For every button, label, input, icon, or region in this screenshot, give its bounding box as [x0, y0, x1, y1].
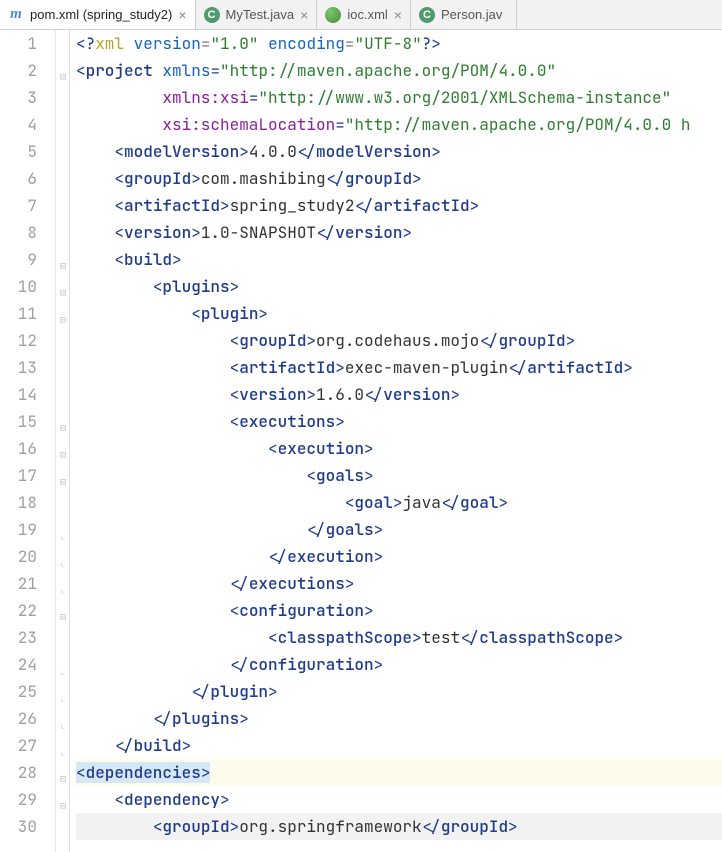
code-line[interactable]: <?xml version="1.0" encoding="UTF-8"?> [76, 30, 722, 57]
line-number: 2 [0, 57, 37, 84]
tab-mytest-java[interactable]: C MyTest.java × [196, 0, 318, 29]
fold-close-icon[interactable]: ⌞ [58, 684, 68, 711]
line-number: 19 [0, 516, 37, 543]
tab-label: ioc.xml [347, 7, 387, 22]
line-number: 15 [0, 408, 37, 435]
fold-open-icon[interactable]: ⊟ [58, 765, 68, 792]
code-line[interactable]: <artifactId>exec-maven-plugin</artifactI… [76, 354, 722, 381]
code-line[interactable]: </build> [76, 732, 722, 759]
code-line[interactable]: <version>1.6.0</version> [76, 381, 722, 408]
line-number: 21 [0, 570, 37, 597]
fold-close-icon[interactable]: ⌞ [58, 576, 68, 603]
code-line[interactable]: <plugin> [76, 300, 722, 327]
code-line[interactable]: <executions> [76, 408, 722, 435]
line-number: 17 [0, 462, 37, 489]
line-number: 30 [0, 813, 37, 840]
code-line[interactable]: xsi:schemaLocation="http://maven.apache.… [76, 111, 722, 138]
code-line[interactable]: <groupId>org.codehaus.mojo</groupId> [76, 327, 722, 354]
code-line[interactable]: </executions> [76, 570, 722, 597]
fold-open-icon[interactable]: ⊟ [58, 279, 68, 306]
code-line-active[interactable]: <dependencies> [76, 759, 722, 786]
code-line[interactable]: <classpathScope>test</classpathScope> [76, 624, 722, 651]
line-number: 23 [0, 624, 37, 651]
line-number: 9 [0, 246, 37, 273]
code-line[interactable]: <configuration> [76, 597, 722, 624]
code-line[interactable]: </configuration> [76, 651, 722, 678]
code-line[interactable]: <modelVersion>4.0.0</modelVersion> [76, 138, 722, 165]
line-number: 14 [0, 381, 37, 408]
code-line[interactable]: </execution> [76, 543, 722, 570]
line-number: 10 [0, 273, 37, 300]
line-number: 7 [0, 192, 37, 219]
code-line[interactable]: <dependency> [76, 786, 722, 813]
tab-label: Person.jav [441, 7, 502, 22]
line-number: 18 [0, 489, 37, 516]
fold-open-icon[interactable]: ⊟ [58, 441, 68, 468]
fold-open-icon[interactable]: ⊟ [58, 468, 68, 495]
tab-ioc-xml[interactable]: ioc.xml × [317, 0, 411, 29]
line-number: 13 [0, 354, 37, 381]
code-line[interactable]: <groupId>com.mashibing</groupId> [76, 165, 722, 192]
code-line[interactable]: <plugins> [76, 273, 722, 300]
fold-open-icon[interactable]: ⊟ [58, 792, 68, 819]
fold-close-icon[interactable]: ⌞ [58, 657, 68, 684]
line-number: 29 [0, 786, 37, 813]
line-number: 11 [0, 300, 37, 327]
line-number: 26 [0, 705, 37, 732]
tab-person-java[interactable]: C Person.jav [411, 0, 517, 29]
line-number: 20 [0, 543, 37, 570]
close-icon[interactable]: × [300, 8, 308, 22]
fold-close-icon[interactable]: ⌞ [58, 522, 68, 549]
fold-open-icon[interactable]: ⊟ [58, 63, 68, 90]
line-number: 27 [0, 732, 37, 759]
line-number: 4 [0, 111, 37, 138]
code-editor[interactable]: 1234567891011121314151617181920212223242… [0, 30, 722, 852]
code-line[interactable]: <artifactId>spring_study2</artifactId> [76, 192, 722, 219]
line-number: 5 [0, 138, 37, 165]
fold-open-icon[interactable]: ⊟ [58, 306, 68, 333]
fold-close-icon[interactable]: ⌞ [58, 549, 68, 576]
line-number: 12 [0, 327, 37, 354]
fold-open-icon[interactable]: ⊟ [58, 603, 68, 630]
code-area[interactable]: <?xml version="1.0" encoding="UTF-8"?> <… [70, 30, 722, 852]
line-gutter: 1234567891011121314151617181920212223242… [0, 30, 56, 852]
fold-close-icon[interactable]: ⌞ [58, 711, 68, 738]
editor-tabs: m pom.xml (spring_study2) × C MyTest.jav… [0, 0, 722, 30]
fold-open-icon[interactable]: ⊟ [58, 414, 68, 441]
line-number: 16 [0, 435, 37, 462]
code-line[interactable]: <execution> [76, 435, 722, 462]
code-line[interactable]: </plugins> [76, 705, 722, 732]
fold-close-icon[interactable]: ⌞ [58, 738, 68, 765]
close-icon[interactable]: × [178, 8, 186, 22]
line-number: 24 [0, 651, 37, 678]
line-number: 3 [0, 84, 37, 111]
close-icon[interactable]: × [394, 8, 402, 22]
line-number: 1 [0, 30, 37, 57]
fold-column: ⊟⊟⊟⊟⊟⊟⊟⌞⌞⌞⊟⌞⌞⌞⌞⊟⊟ [56, 30, 70, 852]
tab-pom-xml[interactable]: m pom.xml (spring_study2) × [0, 0, 196, 29]
line-number: 22 [0, 597, 37, 624]
code-line[interactable]: xmlns:xsi="http://www.w3.org/2001/XMLSch… [76, 84, 722, 111]
fold-open-icon[interactable]: ⊟ [58, 252, 68, 279]
code-line[interactable]: <goal>java</goal> [76, 489, 722, 516]
line-number: 6 [0, 165, 37, 192]
code-line[interactable]: <project xmlns="http://maven.apache.org/… [76, 57, 722, 84]
line-number: 8 [0, 219, 37, 246]
code-line[interactable]: </plugin> [76, 678, 722, 705]
tab-label: pom.xml (spring_study2) [30, 7, 172, 22]
line-number: 25 [0, 678, 37, 705]
class-icon: C [204, 7, 220, 23]
code-line[interactable]: <goals> [76, 462, 722, 489]
code-line[interactable]: <groupId>org.springframework</groupId> [76, 813, 722, 840]
maven-icon: m [8, 7, 24, 23]
spring-icon [325, 7, 341, 23]
code-line[interactable]: <build> [76, 246, 722, 273]
code-line[interactable]: <version>1.0-SNAPSHOT</version> [76, 219, 722, 246]
line-number: 28 [0, 759, 37, 786]
class-icon: C [419, 7, 435, 23]
code-line[interactable]: </goals> [76, 516, 722, 543]
tab-label: MyTest.java [226, 7, 295, 22]
